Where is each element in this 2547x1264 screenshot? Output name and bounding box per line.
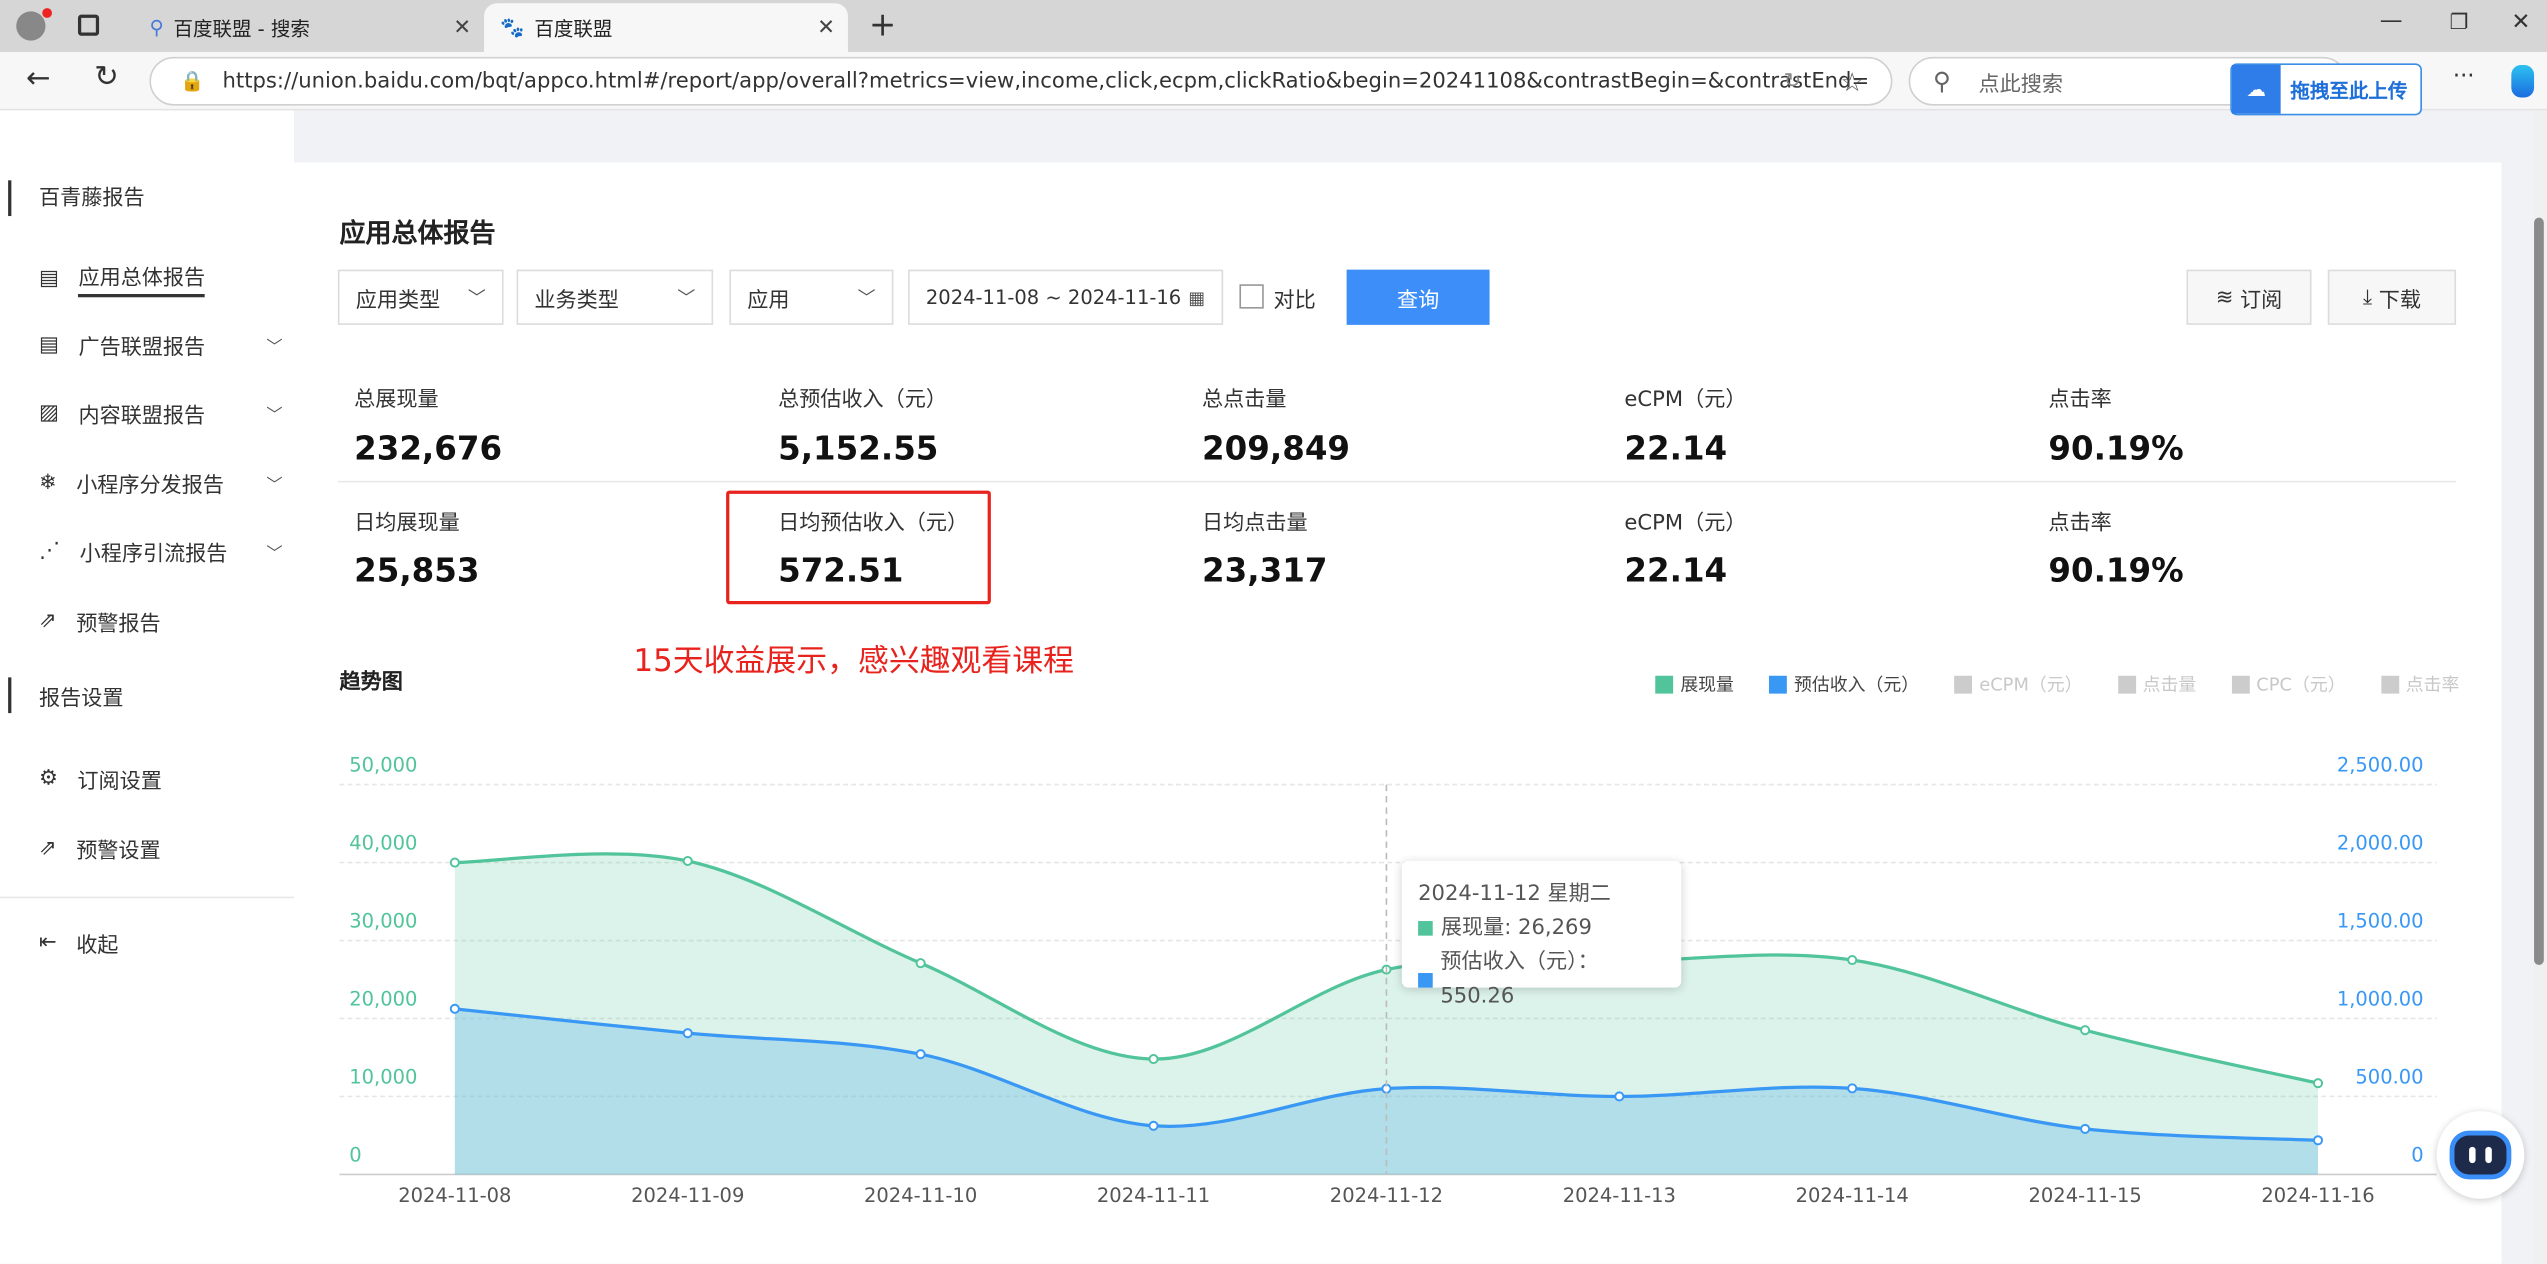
y-right-tick-label: 0 — [2411, 1143, 2423, 1166]
data-point[interactable] — [1148, 1120, 1159, 1131]
tooltip-row: 预估收入（元）：550.26 — [1440, 950, 1599, 1009]
y-right-tick-label: 500.00 — [2355, 1065, 2423, 1088]
data-point[interactable] — [915, 1049, 926, 1060]
chart-tooltip: 2024-11-12 星期二 展现量: 26,269 预估收入（元）：550.2… — [1401, 860, 1682, 1009]
x-tick-label: 2024-11-15 — [2029, 1184, 2142, 1207]
tooltip-title: 2024-11-12 星期二 — [1418, 882, 1611, 907]
x-tick-label: 2024-11-13 — [1563, 1184, 1676, 1207]
x-tick-label: 2024-11-14 — [1796, 1184, 1909, 1207]
data-point[interactable] — [682, 1028, 693, 1039]
assistant-robot-button[interactable] — [2436, 1111, 2525, 1199]
robot-icon — [2449, 1130, 2512, 1180]
y-left-tick-label: 20,000 — [349, 988, 417, 1011]
data-point[interactable] — [449, 857, 460, 868]
y-left-tick-label: 30,000 — [349, 910, 417, 933]
trend-chart: 0 0 10,000 500.00 20,000 1,000.00 30,000 1,500.… — [339, 754, 2437, 1207]
legend-swatch — [1418, 921, 1433, 936]
y-left-tick-label: 0 — [349, 1143, 361, 1166]
y-right-tick-label: 1,500.00 — [2337, 910, 2424, 933]
tooltip-row: 展现量: 26,269 — [1440, 916, 1592, 941]
data-point[interactable] — [1847, 954, 1858, 966]
scrollbar[interactable] — [2534, 110, 2547, 1264]
data-point[interactable] — [1148, 1054, 1159, 1065]
y-left-tick-label: 40,000 — [349, 832, 417, 855]
x-tick-label: 2024-11-12 — [1330, 1184, 1443, 1207]
y-right-tick-label: 2,500.00 — [2337, 754, 2424, 777]
data-point[interactable] — [1847, 1083, 1858, 1094]
x-tick-label: 2024-11-16 — [2261, 1184, 2374, 1207]
data-point[interactable] — [682, 855, 693, 867]
x-tick-label: 2024-11-09 — [631, 1184, 744, 1207]
y-right-tick-label: 2,000.00 — [2337, 832, 2424, 855]
data-point[interactable] — [2080, 1123, 2091, 1134]
data-point[interactable] — [2312, 1078, 2324, 1089]
data-point[interactable] — [915, 958, 926, 969]
x-tick-label: 2024-11-10 — [864, 1184, 977, 1207]
data-point[interactable] — [2080, 1025, 2091, 1036]
y-left-tick-label: 10,000 — [349, 1065, 417, 1088]
data-point[interactable] — [449, 1003, 460, 1014]
legend-swatch — [1418, 972, 1433, 987]
data-point[interactable] — [1614, 1091, 1625, 1102]
y-right-tick-label: 1,000.00 — [2337, 988, 2424, 1011]
y-left-tick-label: 50,000 — [349, 754, 417, 777]
x-tick-label: 2024-11-08 — [398, 1184, 511, 1207]
data-point[interactable] — [2312, 1135, 2324, 1146]
x-tick-label: 2024-11-11 — [1097, 1184, 1210, 1207]
